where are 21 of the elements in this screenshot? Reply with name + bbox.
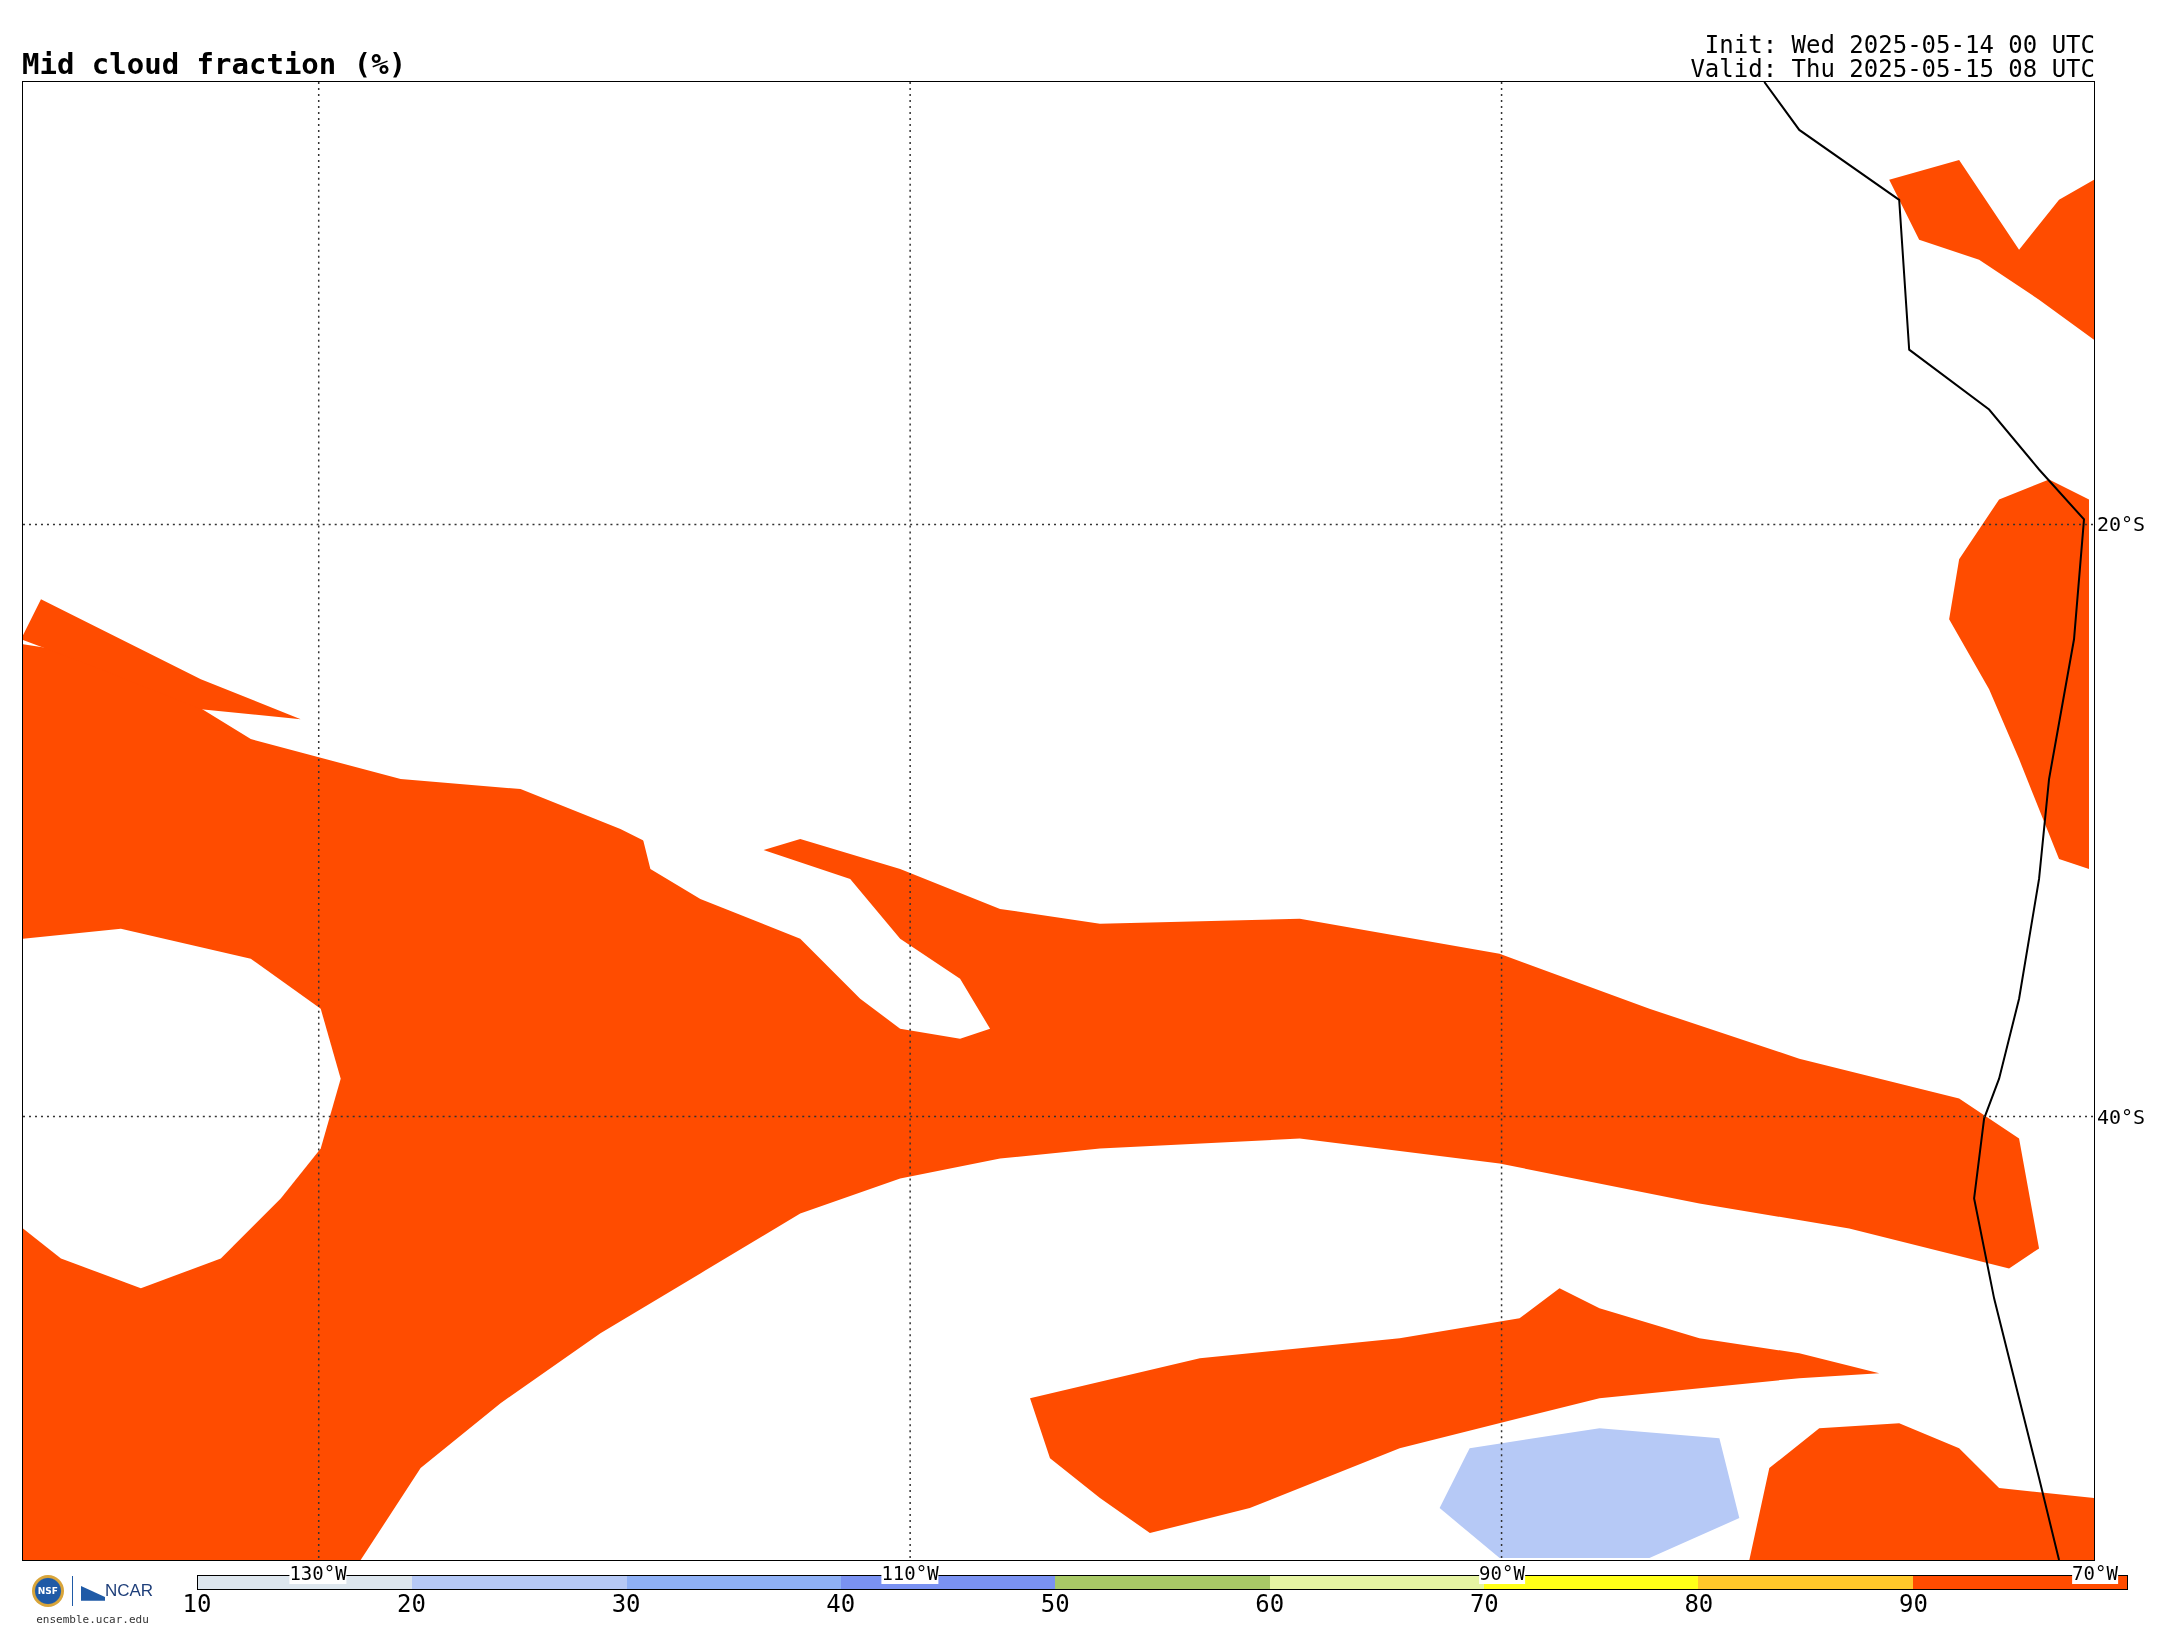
- colorbar-tick-label: 80: [1684, 1590, 1714, 1618]
- colorbar-tick-label: 20: [397, 1590, 426, 1618]
- nsf-logo: NSF: [31, 1575, 64, 1607]
- colorbar-tick-label: 90: [1899, 1590, 1928, 1618]
- ncar-logo: NCAR: [80, 1581, 154, 1601]
- latitude-label: 40°S: [2097, 1105, 2146, 1130]
- run-time-label: Init: Wed 2025-05-14 00 UTC: [1704, 33, 2095, 58]
- run-time-label: Valid: Thu 2025-05-15 08 UTC: [1690, 57, 2095, 82]
- colorbar-tick-label: 70: [1469, 1590, 1499, 1618]
- colorbar-tick-label: 40: [826, 1590, 856, 1618]
- longitude-label: 90°W: [1479, 1563, 1525, 1585]
- colorbar-tick-label: 50: [1040, 1590, 1070, 1618]
- colorbar-tick-label: 60: [1255, 1590, 1285, 1618]
- longitude-label: 70°W: [2072, 1563, 2118, 1585]
- latitude-label: 20°S: [2097, 512, 2146, 537]
- site-url: ensemble.ucar.edu: [36, 1613, 149, 1626]
- longitude-label: 110°W: [881, 1563, 939, 1585]
- longitude-label: 130°W: [289, 1563, 347, 1585]
- chart-title: Mid cloud fraction (%): [22, 47, 407, 82]
- colorbar-tick-label: 30: [611, 1590, 641, 1618]
- colorbar-tick-label: 10: [182, 1590, 212, 1618]
